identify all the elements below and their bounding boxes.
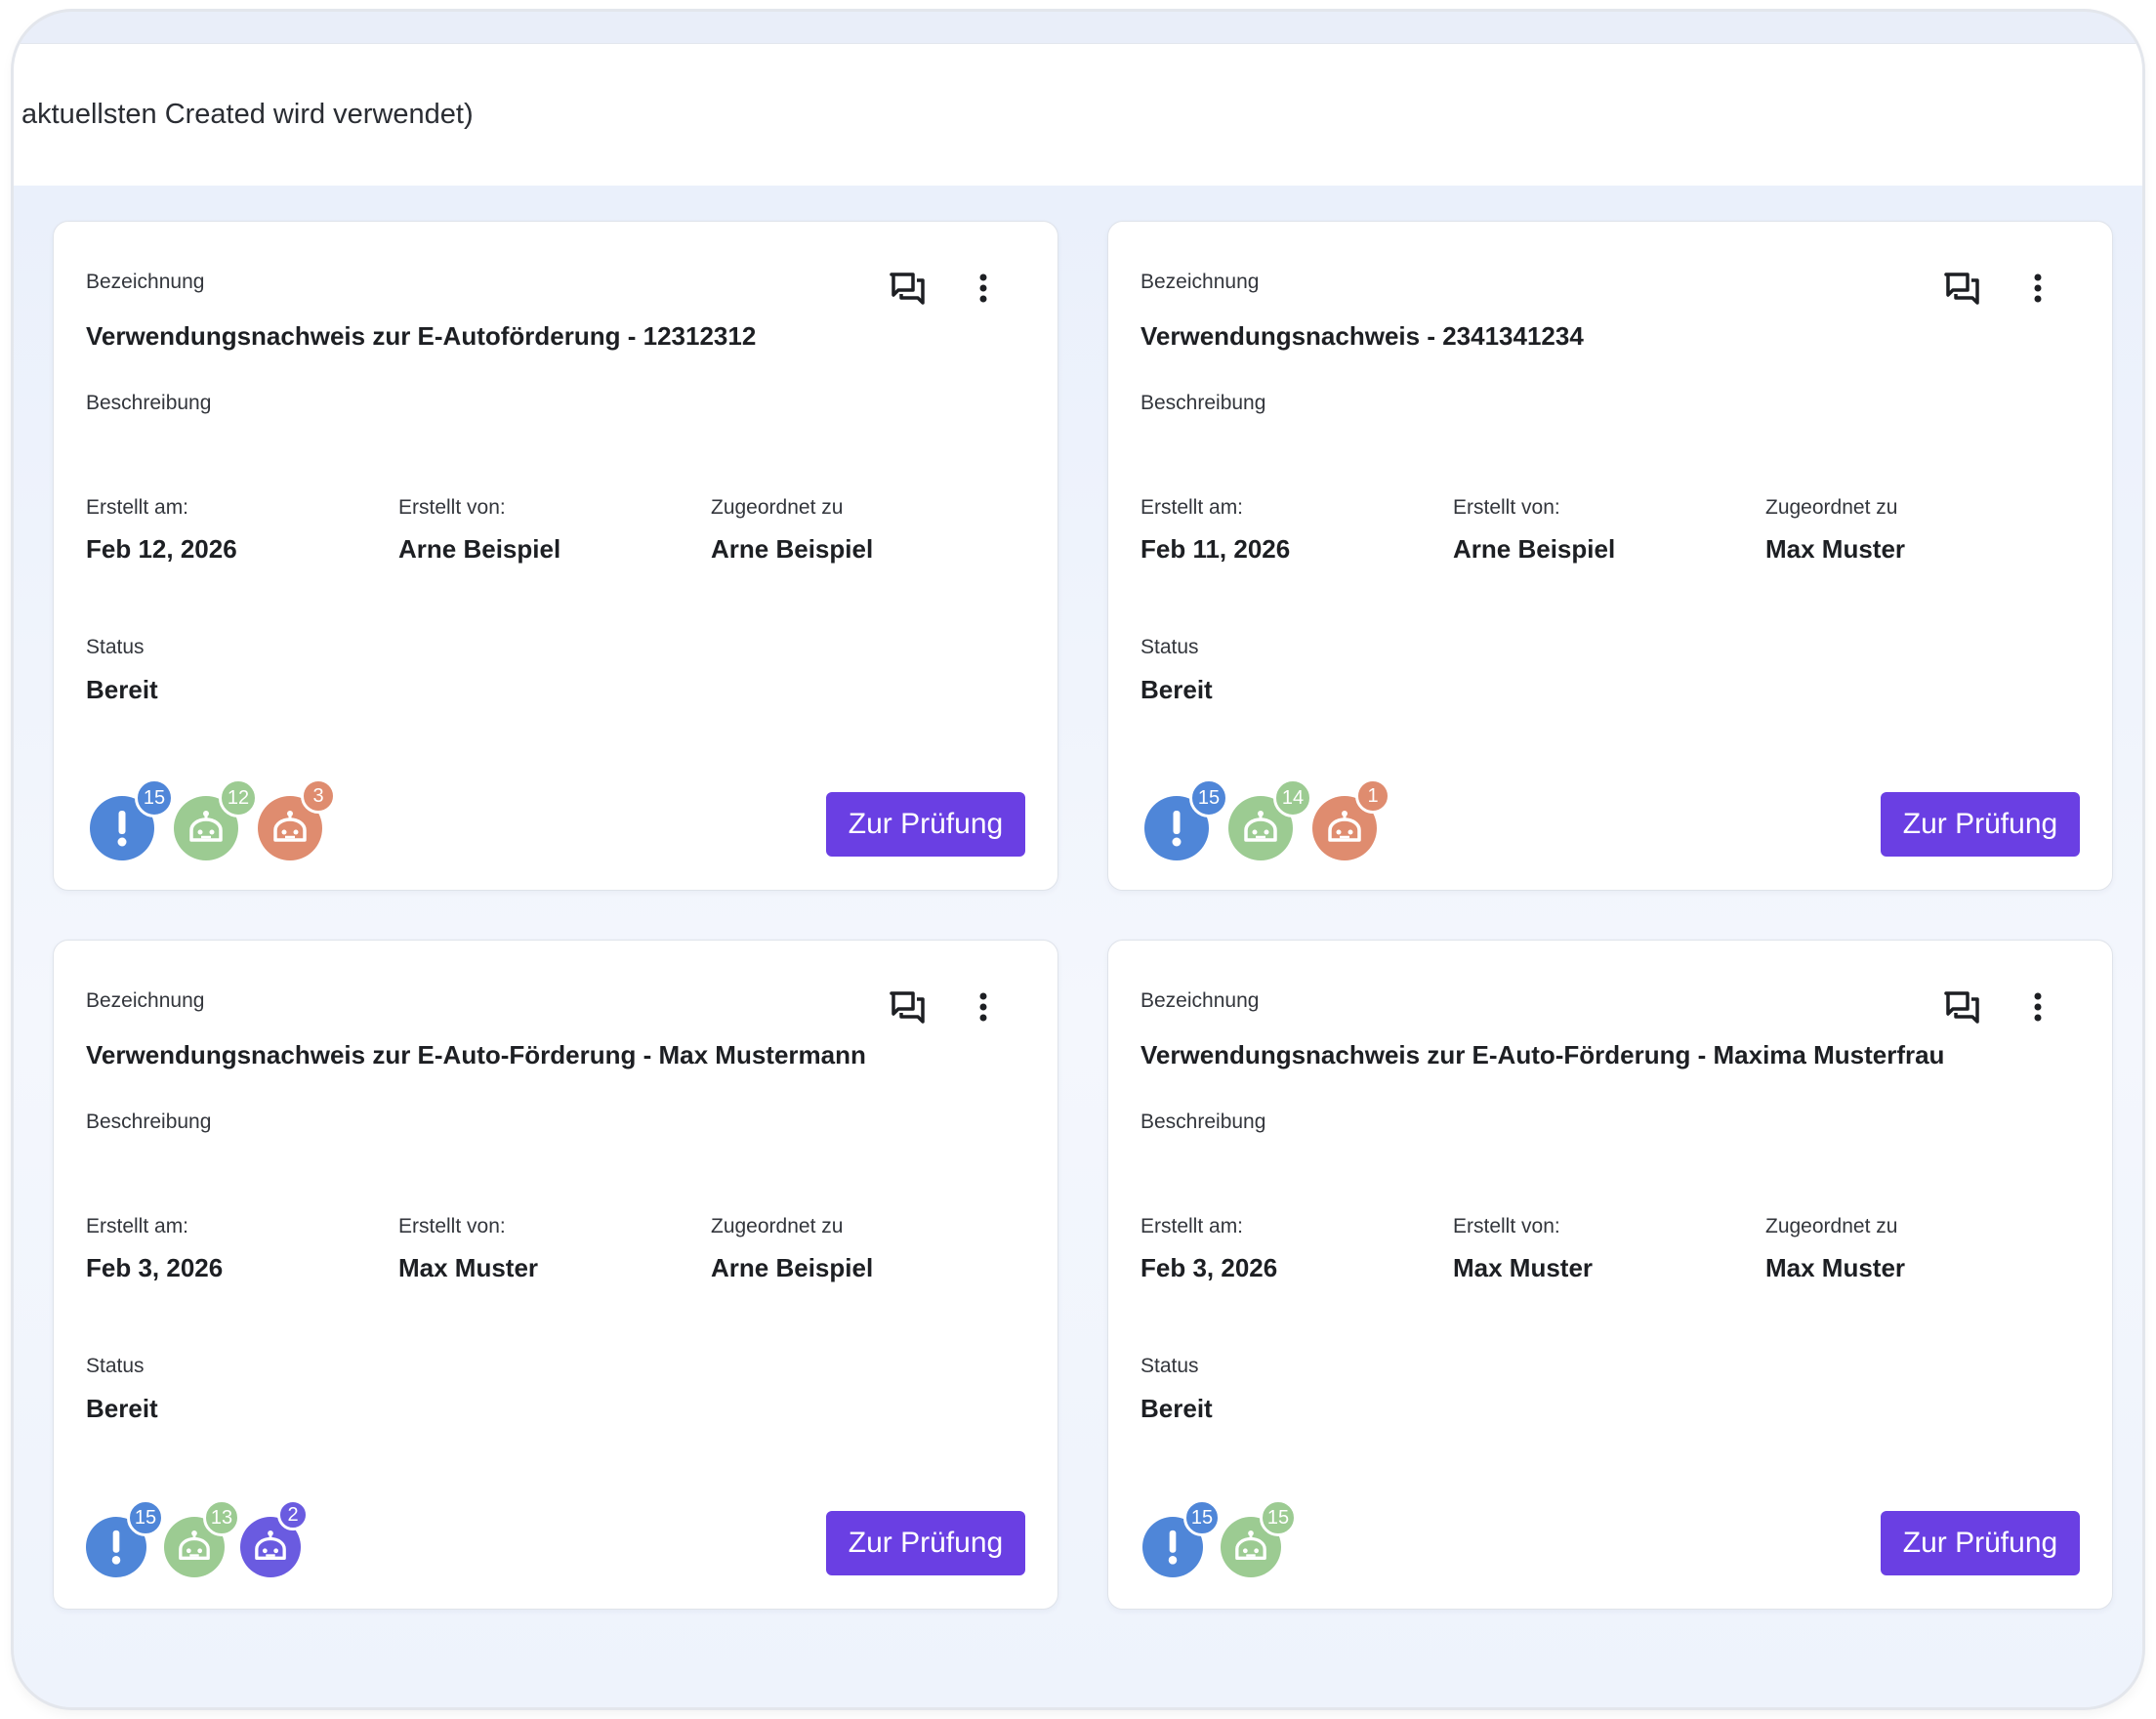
review-button[interactable]: Zur Prüfung	[826, 1511, 1025, 1575]
card-title: Verwendungsnachweis - 2341341234	[1140, 321, 1584, 351]
status-label: Status	[1140, 636, 1199, 658]
created-at-value: Feb 11, 2026	[1140, 534, 1291, 564]
created-at-label: Erstellt am:	[1140, 496, 1244, 519]
comments-icon[interactable]	[884, 984, 931, 1030]
count-badge: 15	[1189, 778, 1228, 818]
review-button[interactable]: Zur Prüfung	[1881, 792, 2080, 857]
badge-group: 15 15	[1142, 1497, 1533, 1585]
created-by-label: Erstellt von:	[398, 496, 506, 519]
bezeichnung-label: Bezeichnung	[86, 989, 205, 1012]
submission-card: Bezeichnung Verwendungsnachweis zur E-Au…	[1107, 940, 2113, 1610]
created-at-value: Feb 3, 2026	[1140, 1253, 1278, 1282]
count-badge: 15	[1260, 1499, 1297, 1536]
created-by-label: Erstellt von:	[1453, 496, 1560, 519]
badge-group: 15 13 2	[86, 1497, 477, 1585]
badge-group: 15 12 3	[90, 778, 480, 866]
bezeichnung-label: Bezeichnung	[86, 271, 205, 293]
count-badge: 14	[1273, 778, 1312, 818]
review-button[interactable]: Zur Prüfung	[1881, 1511, 2080, 1575]
count-badge: 3	[301, 778, 336, 814]
status-label: Status	[1140, 1355, 1199, 1377]
more-options-icon[interactable]	[2014, 984, 2061, 1030]
status-value: Bereit	[1140, 1394, 1213, 1423]
more-options-icon[interactable]	[960, 265, 1007, 312]
assigned-to-label: Zugeordnet zu	[1765, 496, 1898, 519]
card-title: Verwendungsnachweis zur E-Auto-Förderung…	[1140, 1040, 1945, 1069]
status-label: Status	[86, 1355, 145, 1377]
count-badge: 1	[1355, 778, 1390, 814]
created-by-label: Erstellt von:	[398, 1215, 506, 1237]
app-window: aktuellsten Created wird verwendet) Beze…	[14, 12, 2142, 1707]
comments-icon[interactable]	[1938, 265, 1985, 312]
count-badge: 12	[219, 778, 258, 818]
header-bar: aktuellsten Created wird verwendet)	[14, 43, 2142, 187]
comments-icon[interactable]	[884, 265, 931, 312]
created-by-value: Arne Beispiel	[398, 534, 561, 564]
count-badge: 15	[135, 778, 174, 818]
created-by-label: Erstellt von:	[1453, 1215, 1560, 1237]
submission-card: Bezeichnung Verwendungsnachweis zur E-Au…	[53, 221, 1058, 891]
status-value: Bereit	[1140, 675, 1213, 704]
card-title: Verwendungsnachweis zur E-Autoförderung …	[86, 321, 757, 351]
assigned-to-value: Max Muster	[1765, 1253, 1906, 1282]
created-by-value: Max Muster	[398, 1253, 539, 1282]
bezeichnung-label: Bezeichnung	[1140, 271, 1260, 293]
count-badge: 2	[277, 1499, 309, 1530]
assigned-to-value: Arne Beispiel	[711, 1253, 874, 1282]
created-at-label: Erstellt am:	[1140, 1215, 1244, 1237]
count-badge: 15	[127, 1499, 164, 1536]
beschreibung-label: Beschreibung	[86, 1111, 212, 1133]
card-title: Verwendungsnachweis zur E-Auto-Förderung…	[86, 1040, 866, 1069]
header-text: aktuellsten Created wird verwendet)	[21, 99, 474, 130]
beschreibung-label: Beschreibung	[1140, 392, 1266, 414]
status-value: Bereit	[86, 675, 158, 704]
more-options-icon[interactable]	[2014, 265, 2061, 312]
created-at-value: Feb 12, 2026	[86, 534, 237, 564]
assigned-to-label: Zugeordnet zu	[711, 496, 844, 519]
more-options-icon[interactable]	[960, 984, 1007, 1030]
count-badge: 15	[1183, 1499, 1221, 1536]
badge-group: 15 14 1	[1144, 778, 1535, 866]
assigned-to-value: Arne Beispiel	[711, 534, 874, 564]
created-by-value: Max Muster	[1453, 1253, 1594, 1282]
bezeichnung-label: Bezeichnung	[1140, 989, 1260, 1012]
beschreibung-label: Beschreibung	[1140, 1111, 1266, 1133]
assigned-to-label: Zugeordnet zu	[711, 1215, 844, 1237]
status-value: Bereit	[86, 1394, 158, 1423]
submission-card: Bezeichnung Verwendungsnachweis zur E-Au…	[53, 940, 1058, 1610]
status-label: Status	[86, 636, 145, 658]
assigned-to-label: Zugeordnet zu	[1765, 1215, 1898, 1237]
count-badge: 13	[203, 1499, 240, 1536]
assigned-to-value: Max Muster	[1765, 534, 1906, 564]
comments-icon[interactable]	[1938, 984, 1985, 1030]
created-by-value: Arne Beispiel	[1453, 534, 1616, 564]
created-at-label: Erstellt am:	[86, 496, 189, 519]
beschreibung-label: Beschreibung	[86, 392, 212, 414]
review-button[interactable]: Zur Prüfung	[826, 792, 1025, 857]
submission-card: Bezeichnung Verwendungsnachweis - 234134…	[1107, 221, 2113, 891]
cards-grid: Bezeichnung Verwendungsnachweis zur E-Au…	[14, 186, 2142, 1707]
created-at-value: Feb 3, 2026	[86, 1253, 224, 1282]
created-at-label: Erstellt am:	[86, 1215, 189, 1237]
